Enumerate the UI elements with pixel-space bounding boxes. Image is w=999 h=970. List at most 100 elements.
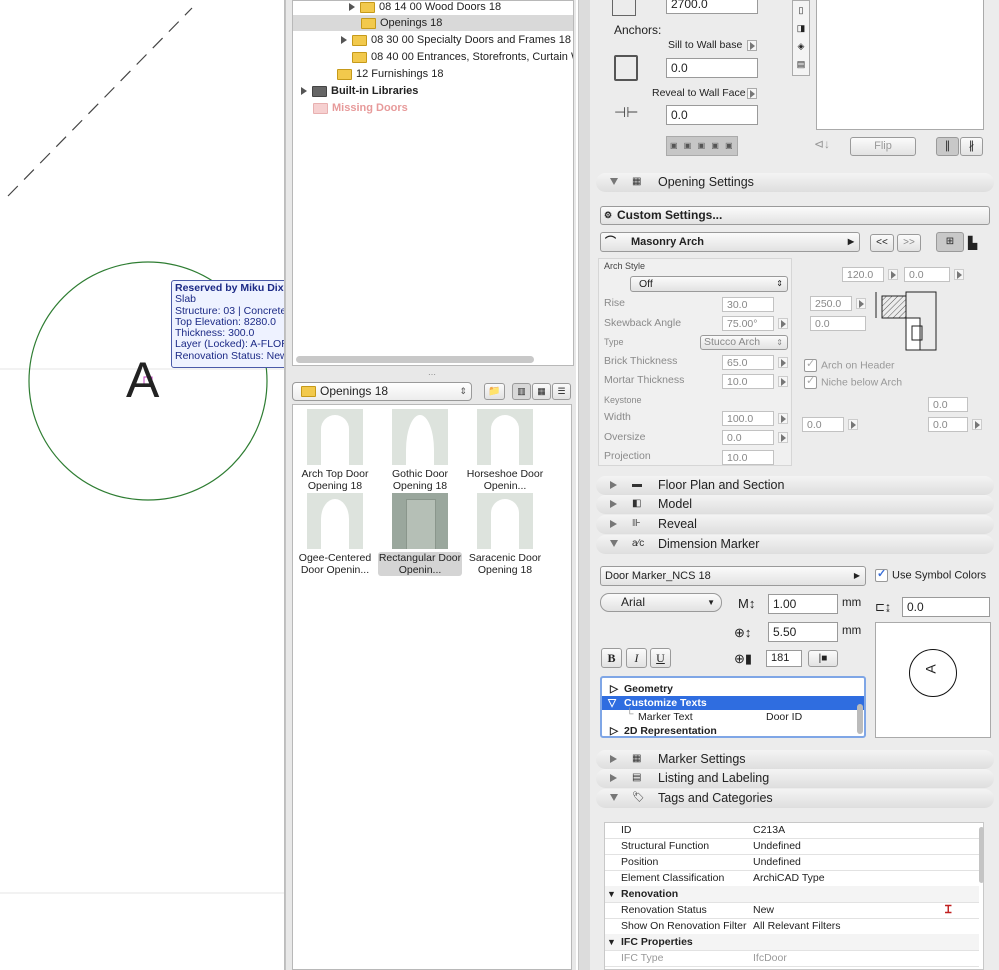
arch-style-popup[interactable]: Off ⇕ <box>630 276 788 292</box>
dim-field[interactable]: 0.0 <box>928 397 968 412</box>
mirror-right-button[interactable]: ∦ <box>960 137 983 156</box>
elevation-view-icon[interactable]: ▤ <box>793 55 809 73</box>
property-row[interactable]: ID C213A <box>605 822 979 839</box>
tree-row[interactable]: └ Marker Text Door ID <box>602 708 864 724</box>
property-row[interactable]: Show On Renovation Filter All Relevant Fi… <box>605 918 979 935</box>
tree-item-selected[interactable]: Openings 18 <box>293 15 573 31</box>
property-row[interactable]: IFC Type IfcDoor <box>605 950 979 967</box>
folder-popup[interactable]: Openings 18 ⇕ <box>292 382 472 401</box>
tree-item[interactable]: 08 14 00 Wood Doors 18 <box>349 1 501 15</box>
sill-anchor-button[interactable] <box>747 40 757 51</box>
expand-triangle-icon[interactable] <box>349 3 355 12</box>
prev-page-button[interactable]: << <box>870 234 894 252</box>
reveal-field[interactable]: 0.0 <box>666 105 758 125</box>
section-reveal[interactable]: ⊪ Reveal <box>596 515 994 534</box>
dim-field[interactable]: 0.0 <box>904 267 950 282</box>
marker-size-field[interactable]: 5.50 <box>768 622 838 642</box>
tree-scrollbar[interactable] <box>857 704 863 734</box>
property-group-row[interactable]: ▼ Renovation <box>605 886 979 903</box>
library-item[interactable]: Arch Top Door Opening 18 <box>293 409 377 492</box>
param-menu-button[interactable] <box>778 318 788 329</box>
section-view-icon[interactable]: ◨ <box>793 19 809 37</box>
section-listing[interactable]: ▤ Listing and Labeling <box>596 769 994 788</box>
section-dimension-marker[interactable]: a⁄c Dimension Marker <box>596 535 994 554</box>
dim-menu-button[interactable] <box>954 269 964 280</box>
use-symbol-colors-checkbox[interactable]: Use Symbol Colors <box>875 567 986 582</box>
tree-row[interactable]: ▷ Geometry <box>602 682 864 696</box>
view-large-button[interactable]: ▥ <box>512 383 531 400</box>
renovation-icon[interactable]: Ꮖ <box>945 902 952 918</box>
param-field[interactable]: 10.0 <box>722 450 774 465</box>
library-item[interactable]: Horseshoe Door Openin... <box>463 409 547 492</box>
mirror-left-button[interactable]: ∥ <box>936 137 959 156</box>
property-group-row[interactable]: ▼ IFC Properties <box>605 934 979 951</box>
dim-menu-button[interactable] <box>888 269 898 280</box>
horizontal-scrollbar[interactable] <box>296 356 534 363</box>
section-opening-settings[interactable]: ▦ Opening Settings <box>596 173 994 192</box>
library-item[interactable]: Gothic Door Opening 18 <box>378 409 462 492</box>
folder-up-button[interactable]: 📁 <box>484 383 505 400</box>
tree-item[interactable]: 12 Furnishings 18 <box>337 66 443 82</box>
niche-below-arch-checkbox[interactable]: Niche below Arch <box>804 374 902 389</box>
dim-field[interactable]: 0.0 <box>802 417 844 432</box>
expand-triangle-icon[interactable] <box>301 87 307 96</box>
view-mode-button[interactable]: ⊞ <box>936 232 964 252</box>
bold-button[interactable]: B <box>601 648 622 668</box>
param-field[interactable]: 10.0 <box>722 374 774 389</box>
param-menu-button[interactable] <box>778 413 788 424</box>
dim-menu-button[interactable] <box>972 419 982 430</box>
height-field[interactable]: 2700.0 <box>666 0 758 14</box>
dim-field[interactable]: 0.0 <box>810 316 866 331</box>
tree-item[interactable]: 08 40 00 Entrances, Storefronts, Curtain… <box>352 49 573 65</box>
library-item[interactable]: Ogee-Centered Door Openin... <box>293 493 377 576</box>
arch-on-header-checkbox[interactable]: Arch on Header <box>804 357 895 372</box>
property-row[interactable]: Position Undefined <box>605 854 979 871</box>
property-row[interactable]: Renovation Status New Ꮖ <box>605 902 979 919</box>
splitter-handle[interactable]: ⋯ <box>428 371 436 379</box>
view-small-button[interactable]: ▦ <box>532 383 551 400</box>
marker-parameter-tree[interactable]: ▷ Geometry ▽ Customize Texts └ Marker Text D… <box>600 676 866 738</box>
arch-type-popup[interactable]: ⌒ Masonry Arch ▶ <box>600 232 860 252</box>
dim-menu-button[interactable] <box>848 419 858 430</box>
param-field[interactable]: 65.0 <box>722 355 774 370</box>
section-floor-plan[interactable]: ▬ Floor Plan and Section <box>596 476 994 495</box>
tree-item[interactable]: Missing Doors <box>313 100 408 116</box>
sill-field[interactable]: 0.0 <box>666 58 758 78</box>
anchor-position-buttons[interactable]: ▣ ▣ ▣ ▣ ▣ <box>666 136 738 156</box>
tree-row-selected[interactable]: ▽ Customize Texts <box>602 696 864 710</box>
section-model[interactable]: ◧ Model <box>596 495 994 514</box>
text-size-field[interactable]: 1.00 <box>768 594 838 614</box>
marker-type-popup[interactable]: Door Marker_NCS 18 ▶ <box>600 566 866 586</box>
dim-field[interactable]: 0.0 <box>928 417 968 432</box>
table-scrollbar[interactable] <box>979 827 984 883</box>
library-item-selected[interactable]: Rectangular Door Openin... <box>378 493 462 576</box>
expand-triangle-icon[interactable] <box>341 36 347 45</box>
view-list-button[interactable]: ☰ <box>552 383 571 400</box>
offset-field[interactable]: 0.0 <box>902 597 990 617</box>
arch-type-select[interactable]: Stucco Arch ⇕ <box>700 335 788 350</box>
property-row[interactable]: Element Classification ArchiCAD Type <box>605 870 979 887</box>
param-menu-button[interactable] <box>778 376 788 387</box>
param-field[interactable]: 100.0 <box>722 411 774 426</box>
property-row[interactable]: Structural Function Undefined <box>605 838 979 855</box>
custom-settings-button[interactable]: ⚙ Custom Settings... <box>600 206 990 225</box>
pen-field[interactable]: 181 <box>766 650 802 667</box>
library-tree[interactable]: 08 14 00 Wood Doors 18 Openings 18 08 30… <box>292 0 574 366</box>
parameters-icon[interactable]: ▙ <box>968 234 986 252</box>
plan-view-icon[interactable]: ▯ <box>793 1 809 19</box>
italic-button[interactable]: I <box>626 648 647 668</box>
dim-field[interactable]: 250.0 <box>810 296 852 311</box>
param-menu-button[interactable] <box>778 432 788 443</box>
tree-item[interactable]: Built-in Libraries <box>301 83 418 99</box>
param-field[interactable]: 75.00° <box>722 316 774 331</box>
param-field[interactable]: 30.0 <box>722 297 774 312</box>
tree-row[interactable]: ▷ 2D Representation <box>602 724 864 736</box>
font-popup[interactable]: Arial ▼ <box>600 593 722 612</box>
dim-field[interactable]: 120.0 <box>842 267 884 282</box>
flip-button[interactable]: Flip <box>850 137 916 156</box>
section-tags[interactable]: 🏷 Tags and Categories <box>596 789 994 808</box>
pen-color-button[interactable]: |■ <box>808 650 838 667</box>
section-marker-settings[interactable]: ▦ Marker Settings <box>596 750 994 769</box>
tree-item[interactable]: 08 30 00 Specialty Doors and Frames 18 <box>341 32 571 48</box>
param-field[interactable]: 0.0 <box>722 430 774 445</box>
